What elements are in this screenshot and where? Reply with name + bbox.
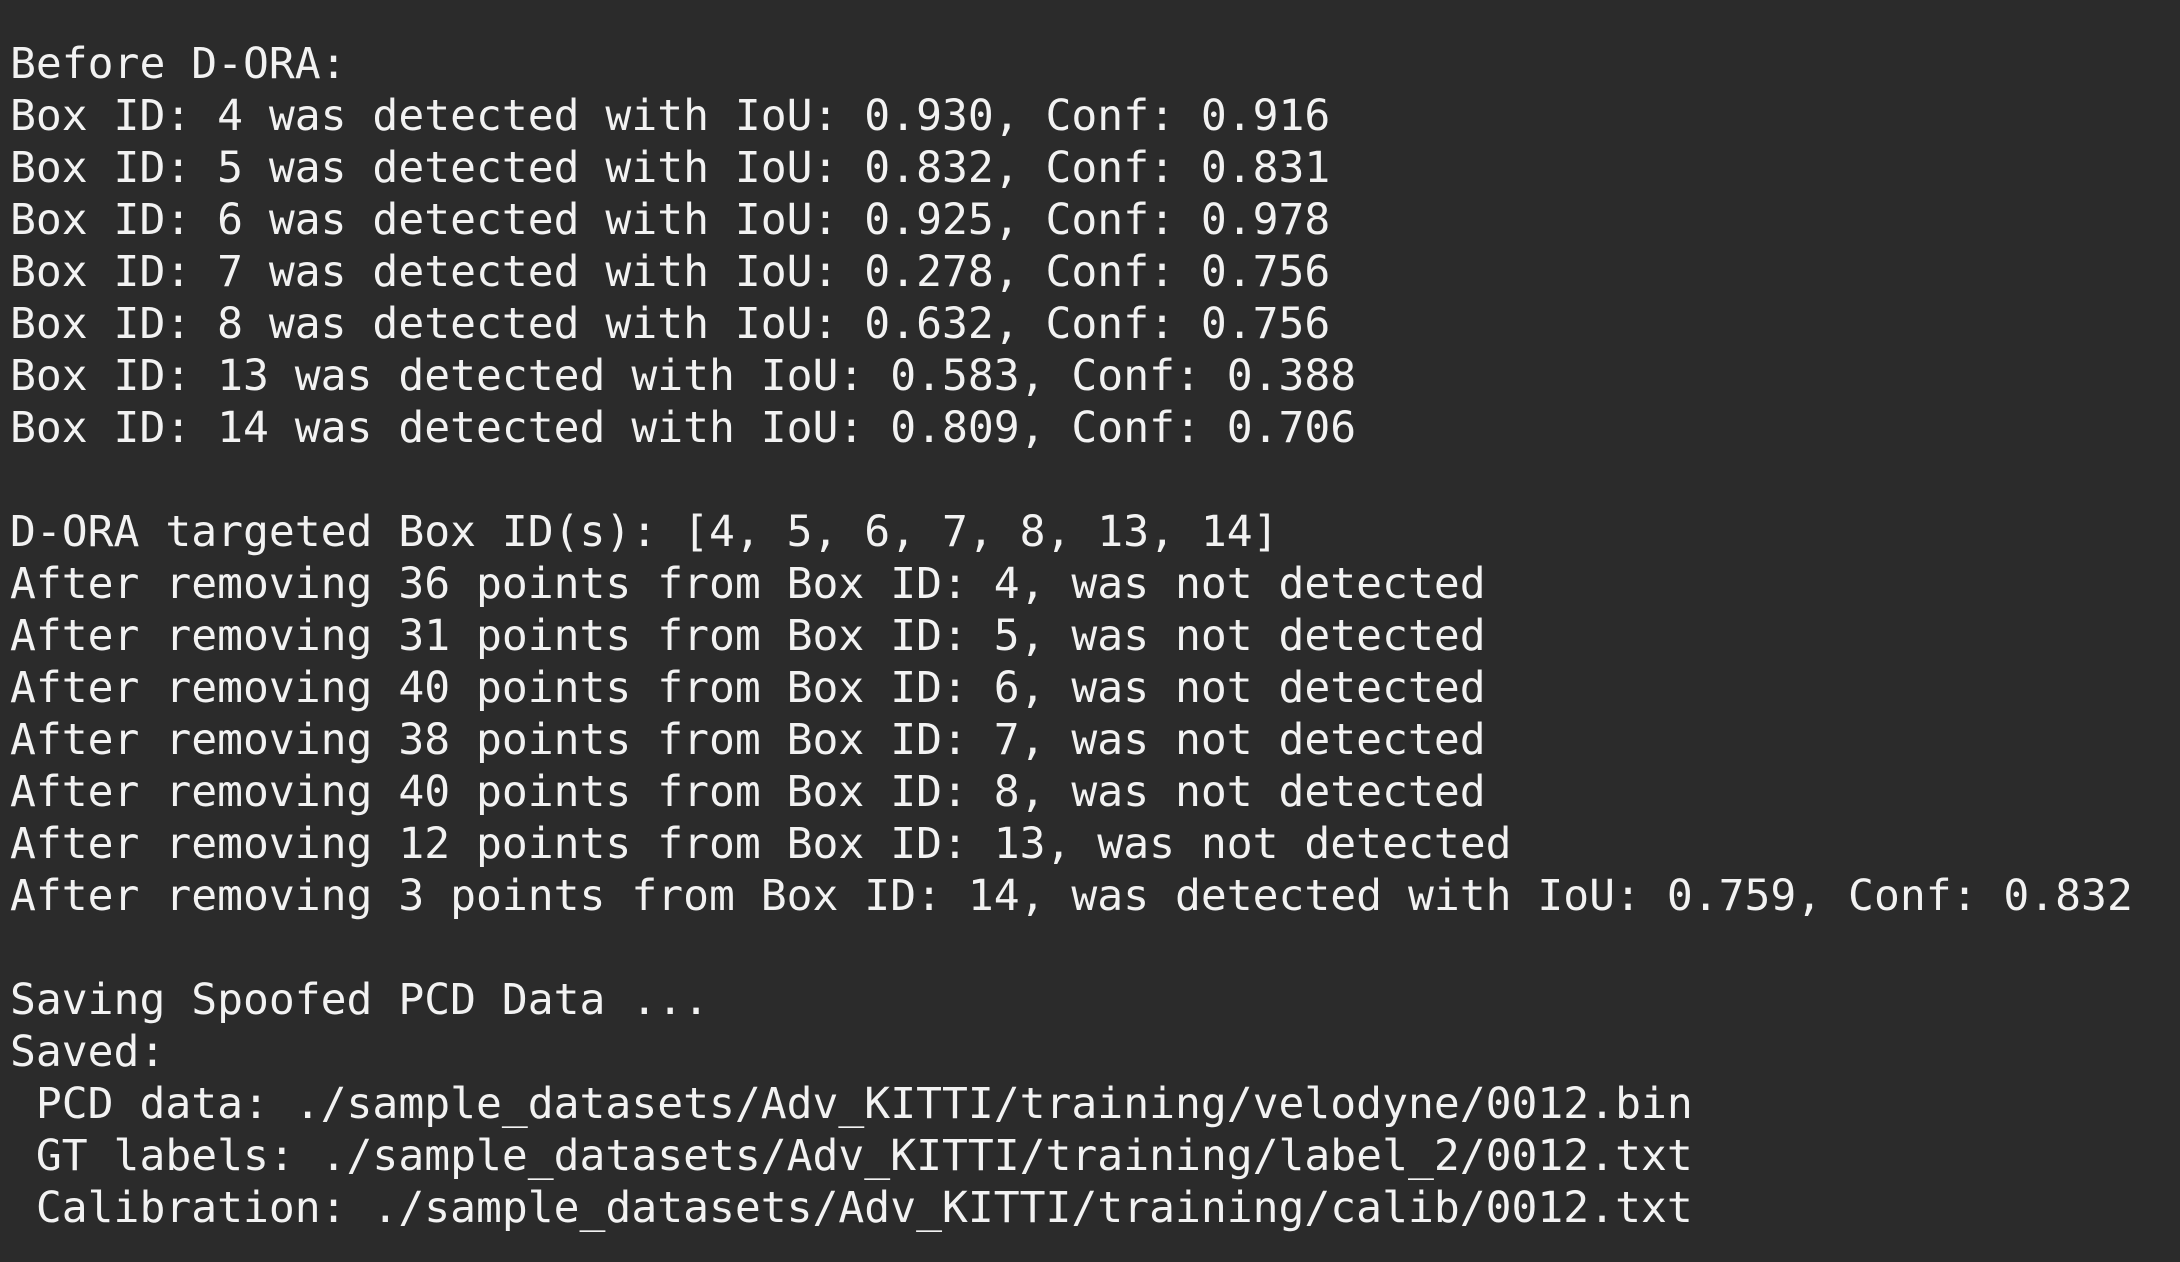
terminal-output: Before D-ORA: Box ID: 4 was detected wit… [0,0,2180,1262]
line-targeted-boxes: D-ORA targeted Box ID(s): [4, 5, 6, 7, 8… [10,507,1279,557]
line-gt-labels-path: GT labels: ./sample_datasets/Adv_KITTI/t… [10,1131,1693,1181]
line-after-box-8: After removing 40 points from Box ID: 8,… [10,767,1486,817]
line-box-7-before: Box ID: 7 was detected with IoU: 0.278, … [10,247,1331,297]
line-after-box-4: After removing 36 points from Box ID: 4,… [10,559,1486,609]
line-box-8-before: Box ID: 8 was detected with IoU: 0.632, … [10,299,1331,349]
line-box-5-before: Box ID: 5 was detected with IoU: 0.832, … [10,143,1331,193]
line-after-box-14: After removing 3 points from Box ID: 14,… [10,871,2133,921]
line-before-header: Before D-ORA: [10,39,347,89]
line-after-box-7: After removing 38 points from Box ID: 7,… [10,715,1486,765]
line-box-14-before: Box ID: 14 was detected with IoU: 0.809,… [10,403,1357,453]
line-after-box-6: After removing 40 points from Box ID: 6,… [10,663,1486,713]
line-pcd-path: PCD data: ./sample_datasets/Adv_KITTI/tr… [10,1079,1693,1129]
line-calibration-path: Calibration: ./sample_datasets/Adv_KITTI… [10,1183,1693,1233]
line-after-box-13: After removing 12 points from Box ID: 13… [10,819,1512,869]
line-saved: Saved: [10,1027,166,1077]
line-box-13-before: Box ID: 13 was detected with IoU: 0.583,… [10,351,1357,401]
line-box-6-before: Box ID: 6 was detected with IoU: 0.925, … [10,195,1331,245]
line-saving: Saving Spoofed PCD Data ... [10,975,709,1025]
line-after-box-5: After removing 31 points from Box ID: 5,… [10,611,1486,661]
line-box-4-before: Box ID: 4 was detected with IoU: 0.930, … [10,91,1331,141]
